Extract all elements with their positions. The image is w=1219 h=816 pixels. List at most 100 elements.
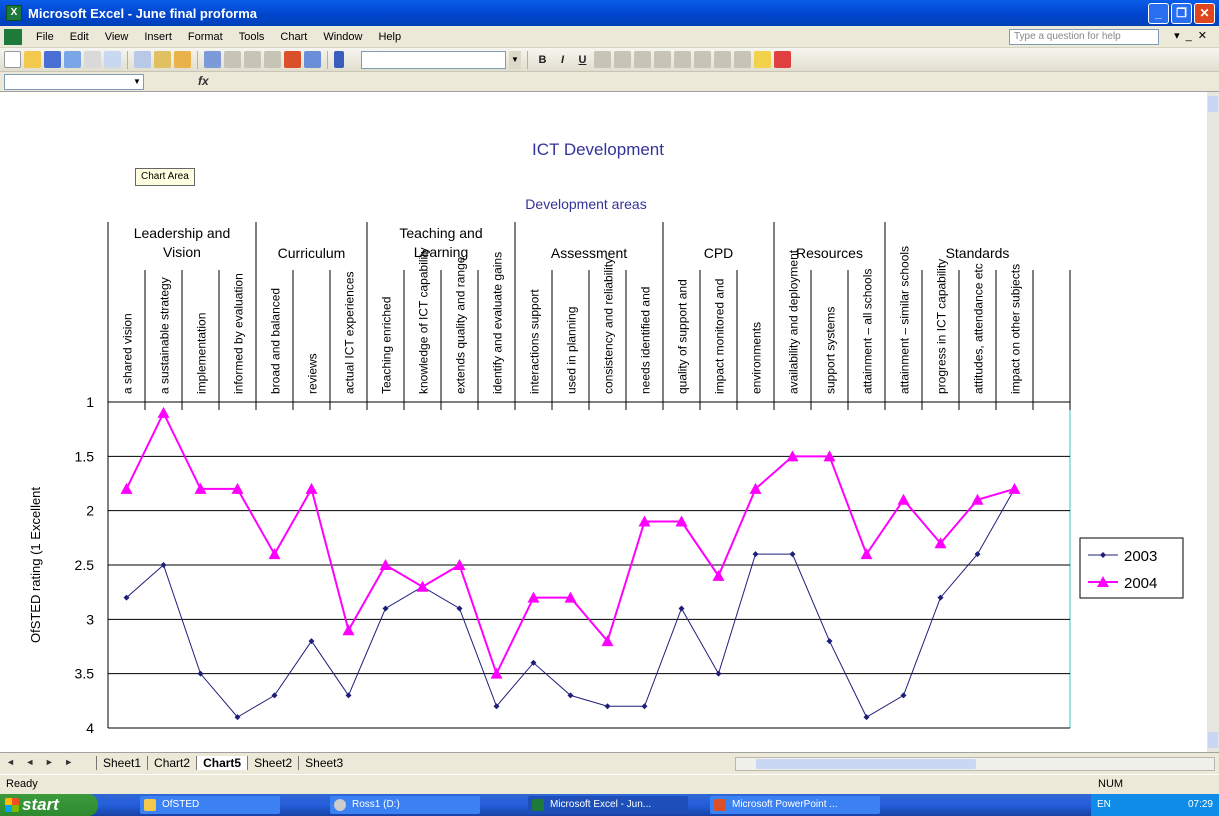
legend-label: 2003	[1124, 548, 1157, 565]
align-left-icon[interactable]	[594, 51, 611, 68]
hyperlink-icon[interactable]	[224, 51, 241, 68]
data-point-2004	[416, 580, 429, 592]
data-point-2004	[305, 482, 318, 494]
status-bar: Ready NUM	[0, 774, 1219, 794]
menu-format[interactable]: Format	[180, 31, 231, 43]
currency-icon[interactable]	[674, 51, 691, 68]
data-point-2004	[120, 482, 133, 494]
chart-wizard-icon[interactable]	[284, 51, 301, 68]
help-icon[interactable]	[304, 51, 321, 68]
scroll-up-button[interactable]	[1208, 96, 1218, 112]
num-lock-indicator: NUM	[1098, 778, 1124, 790]
open-icon[interactable]	[24, 51, 41, 68]
toolbar: ▼ B I U	[0, 48, 1219, 72]
borders-icon[interactable]	[734, 51, 751, 68]
permission-icon[interactable]	[64, 51, 81, 68]
y-tick-label: 2.5	[75, 557, 95, 573]
tab-sheet1[interactable]: Sheet1	[96, 756, 147, 770]
document-icon[interactable]	[4, 28, 22, 45]
vertical-scrollbar[interactable]	[1207, 92, 1219, 752]
minimize-button[interactable]: _	[1148, 3, 1169, 24]
data-point-2004	[157, 406, 170, 418]
taskbar-item-excel[interactable]: Microsoft Excel - Jun...	[528, 796, 688, 814]
sort-icon[interactable]	[264, 51, 281, 68]
series-line-2004	[125, 410, 1015, 677]
taskbar-item-powerpoint[interactable]: Microsoft PowerPoint ...	[710, 796, 880, 814]
menu-chart[interactable]: Chart	[272, 31, 315, 43]
print-preview-icon[interactable]	[104, 51, 121, 68]
tab-sheet2[interactable]: Sheet2	[247, 756, 298, 770]
document-window-controls[interactable]: ▾_✕	[1174, 29, 1213, 42]
align-center-icon[interactable]	[614, 51, 631, 68]
menu-view[interactable]: View	[97, 31, 137, 43]
chart-sheet[interactable]: ICT Development Development areas 1 1.5 2 2.5…	[0, 92, 1219, 752]
data-point-2003	[456, 605, 463, 612]
category-label: broad and balanced	[269, 288, 283, 394]
toolbar-separator	[527, 50, 528, 69]
name-box[interactable]: ▼	[4, 74, 144, 90]
window-title: Microsoft Excel - June final proforma	[28, 5, 257, 21]
merge-icon[interactable]	[654, 51, 671, 68]
start-button[interactable]: start	[0, 794, 98, 816]
x-axis-title: Development areas	[525, 196, 646, 212]
cut-icon[interactable]	[154, 51, 171, 68]
font-color-icon[interactable]	[774, 51, 791, 68]
taskbar-item-ofsted[interactable]: OfSTED	[140, 796, 280, 814]
italic-button[interactable]: I	[554, 54, 571, 66]
indent-icon[interactable]	[714, 51, 731, 68]
excel-icon: X	[6, 5, 22, 21]
data-point-2003	[752, 551, 759, 558]
chevron-down-icon[interactable]: ▼	[131, 75, 143, 89]
spelling-icon[interactable]	[134, 51, 151, 68]
clock: 07:29	[1187, 799, 1213, 810]
menu-edit[interactable]: Edit	[62, 31, 97, 43]
scroll-down-button[interactable]	[1208, 732, 1218, 748]
underline-button[interactable]: U	[574, 54, 591, 66]
taskbar-item-ross1[interactable]: Ross1 (D:)	[330, 796, 480, 814]
category-label: actual ICT experiences	[343, 271, 357, 394]
category-label: consistency and reliability	[602, 258, 616, 394]
category-label: quality of support and	[676, 279, 690, 394]
data-point-2003	[641, 703, 648, 710]
data-point-2003	[345, 692, 352, 699]
menu-insert[interactable]: Insert	[136, 31, 180, 43]
scrollbar-thumb[interactable]	[756, 759, 976, 769]
close-button[interactable]: ✕	[1194, 3, 1215, 24]
language-indicator[interactable]: EN	[1097, 794, 1111, 816]
bold-button[interactable]: B	[534, 54, 551, 66]
horizontal-scrollbar[interactable]	[735, 757, 1215, 771]
tab-chart5[interactable]: Chart5	[196, 756, 248, 770]
autosum-icon[interactable]	[244, 51, 261, 68]
paste-icon[interactable]	[174, 51, 191, 68]
undo-icon[interactable]	[204, 51, 221, 68]
menu-help[interactable]: Help	[370, 31, 409, 43]
chevron-down-icon[interactable]: ▼	[509, 50, 521, 69]
sheet-tabs-bar: ◄ ◄ ► ► Sheet1 Chart2 Chart5 Sheet2 Shee…	[0, 752, 1219, 774]
percent-icon[interactable]	[694, 51, 711, 68]
fx-icon[interactable]: fx	[198, 74, 209, 88]
menu-file[interactable]: File	[28, 31, 62, 43]
menu-window[interactable]: Window	[315, 31, 370, 43]
save-icon[interactable]	[44, 51, 61, 68]
category-label: progress in ICT capability	[935, 259, 949, 394]
data-point-2004	[860, 548, 873, 560]
line-chart[interactable]: ICT Development Development areas 1 1.5 2 2.5…	[0, 92, 1207, 752]
align-right-icon[interactable]	[634, 51, 651, 68]
data-point-2004	[897, 493, 910, 505]
font-name-combo[interactable]	[361, 50, 506, 69]
category-label: informed by evaluation	[232, 273, 246, 394]
tab-sheet3[interactable]: Sheet3	[298, 756, 349, 770]
toolbar-separator	[127, 50, 128, 69]
tab-chart2[interactable]: Chart2	[147, 756, 196, 770]
chart-objects-icon[interactable]	[334, 51, 344, 68]
tab-navigation-buttons[interactable]: ◄ ◄ ► ►	[6, 757, 77, 767]
category-label: knowledge of ICT capability	[417, 247, 431, 394]
print-icon[interactable]	[84, 51, 101, 68]
y-axis-label: OfSTED rating (1 Excellent	[28, 487, 43, 643]
restore-button[interactable]: ❐	[1171, 3, 1192, 24]
fill-color-icon[interactable]	[754, 51, 771, 68]
category-label: reviews	[306, 353, 320, 394]
new-icon[interactable]	[4, 51, 21, 68]
menu-tools[interactable]: Tools	[231, 31, 273, 43]
help-search-input[interactable]: Type a question for help	[1009, 29, 1159, 45]
